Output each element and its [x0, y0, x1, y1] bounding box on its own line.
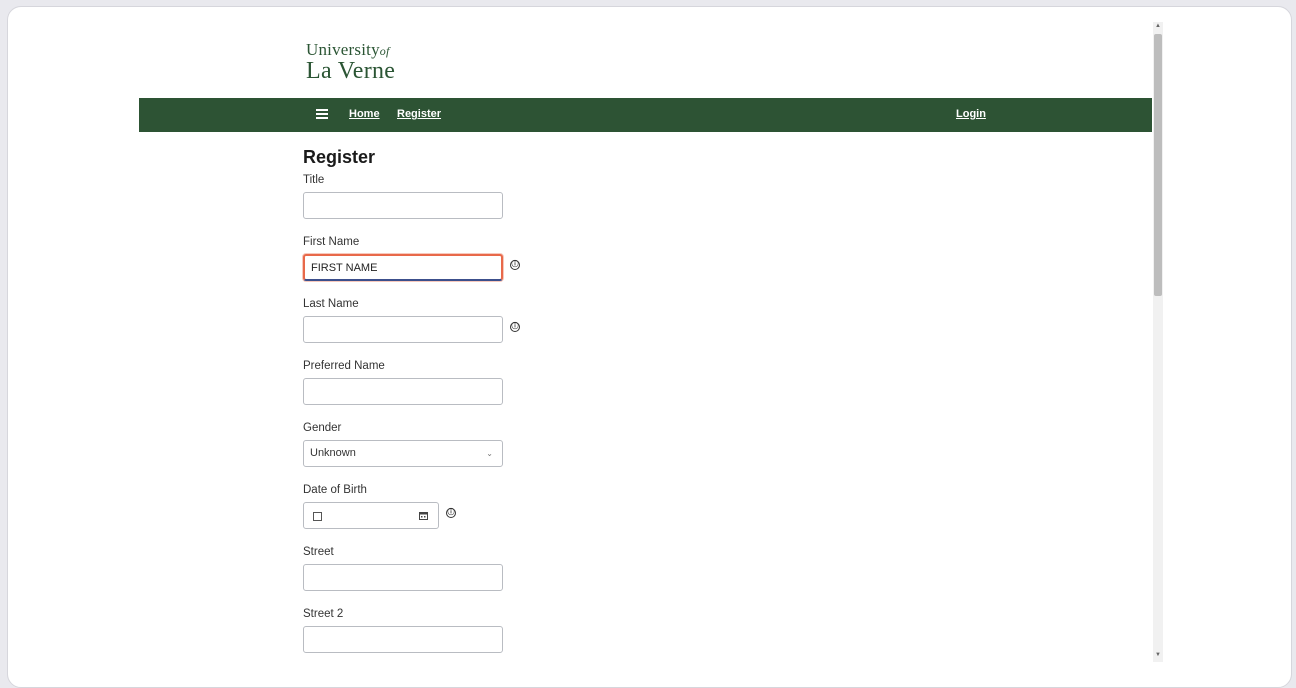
gender-selected-value: Unknown [310, 447, 356, 459]
browser-window: Universityof La Verne Home Register Logi… [7, 6, 1292, 688]
dob-label: Date of Birth [303, 484, 367, 496]
main-navbar: Home Register Login [139, 98, 1152, 132]
street2-label: Street 2 [303, 608, 344, 620]
first-name-info-icon[interactable]: ⓘ [510, 260, 520, 270]
last-name-label: Last Name [303, 298, 359, 310]
university-logo[interactable]: Universityof La Verne [306, 41, 395, 83]
chevron-down-icon: ⌄ [486, 449, 493, 458]
logo-line2: La Verne [306, 58, 396, 84]
gender-select[interactable]: Unknown ⌄ [303, 440, 503, 467]
logo-of: of [379, 44, 390, 58]
street-input[interactable] [303, 564, 503, 591]
nav-home-link[interactable]: Home [349, 108, 380, 120]
last-name-info-icon[interactable]: ⓘ [510, 322, 520, 332]
scrollbar-thumb[interactable] [1154, 34, 1162, 296]
preferred-name-label: Preferred Name [303, 360, 385, 372]
logo-line1: University [306, 40, 380, 59]
gender-label: Gender [303, 422, 342, 434]
street2-input[interactable] [303, 626, 503, 653]
hamburger-menu-icon[interactable] [316, 109, 328, 119]
nav-register-link[interactable]: Register [397, 108, 441, 120]
preferred-name-input[interactable] [303, 378, 503, 405]
calendar-icon[interactable] [419, 511, 428, 520]
page-title: Register [303, 147, 376, 167]
scroll-down-arrow-icon[interactable]: ▼ [1155, 652, 1161, 658]
street-label: Street [303, 546, 334, 558]
first-name-label: First Name [303, 236, 360, 248]
last-name-input[interactable] [303, 316, 503, 343]
title-label: Title [303, 174, 325, 186]
dob-checkbox[interactable] [313, 512, 322, 521]
title-input[interactable] [303, 192, 503, 219]
scroll-up-arrow-icon[interactable]: ▲ [1155, 23, 1161, 29]
nav-login-link[interactable]: Login [956, 108, 986, 120]
dob-info-icon[interactable]: ⓘ [446, 508, 456, 518]
dob-input[interactable] [303, 502, 439, 529]
first-name-input[interactable] [303, 254, 503, 281]
vertical-scrollbar[interactable]: ▲ ▼ [1153, 22, 1163, 662]
